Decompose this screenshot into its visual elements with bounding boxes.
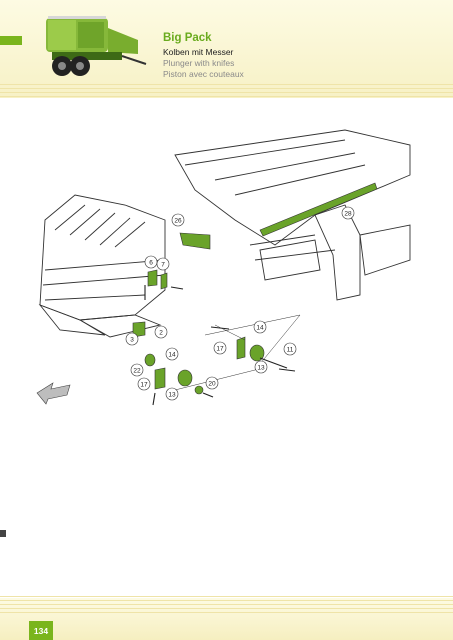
subtitle-english: Plunger with knifes	[163, 58, 235, 68]
knife-bracket	[147, 269, 158, 287]
callout-label: 7	[161, 262, 165, 269]
callout-label: 14	[168, 352, 176, 359]
callout-label: 6	[149, 260, 153, 267]
direction-arrow	[36, 382, 71, 405]
callout-label: 13	[168, 392, 176, 399]
knife-bracket	[179, 232, 211, 250]
callout-label: 2	[159, 330, 163, 337]
side-marker	[0, 530, 6, 537]
footer-rule-lines	[0, 596, 453, 614]
callout-label: 26	[174, 218, 182, 225]
title-block: Big Pack Kolben mit Messer Plunger with …	[163, 32, 244, 80]
knife-bracket	[154, 367, 166, 390]
page-number: 134	[29, 621, 53, 640]
callout-label: 28	[344, 211, 352, 218]
exploded-parts-diagram: 26 28 6 7 2 3 14 17 11 13 22 14 17 13 20	[36, 129, 411, 406]
section-tab	[0, 36, 22, 45]
subtitle-french: Piston avec couteaux	[163, 69, 244, 79]
header-rule-lines	[0, 84, 453, 100]
callout-label: 14	[256, 325, 264, 332]
callout-label: 17	[140, 382, 148, 389]
callout-label: 17	[216, 346, 224, 353]
callout-label: 20	[208, 381, 216, 388]
knife-rail	[259, 182, 378, 237]
knife-bracket	[236, 336, 246, 360]
callout-label: 22	[133, 368, 141, 375]
frame-outline	[174, 129, 411, 301]
baler-machine-image	[46, 16, 147, 76]
subtitle-german: Kolben mit Messer	[163, 47, 234, 57]
callout-label: 13	[257, 365, 265, 372]
knife-bracket	[160, 272, 168, 290]
page-title: Big Pack	[163, 32, 212, 44]
callout-label: 11	[287, 347, 294, 354]
callout-label: 3	[130, 337, 134, 344]
